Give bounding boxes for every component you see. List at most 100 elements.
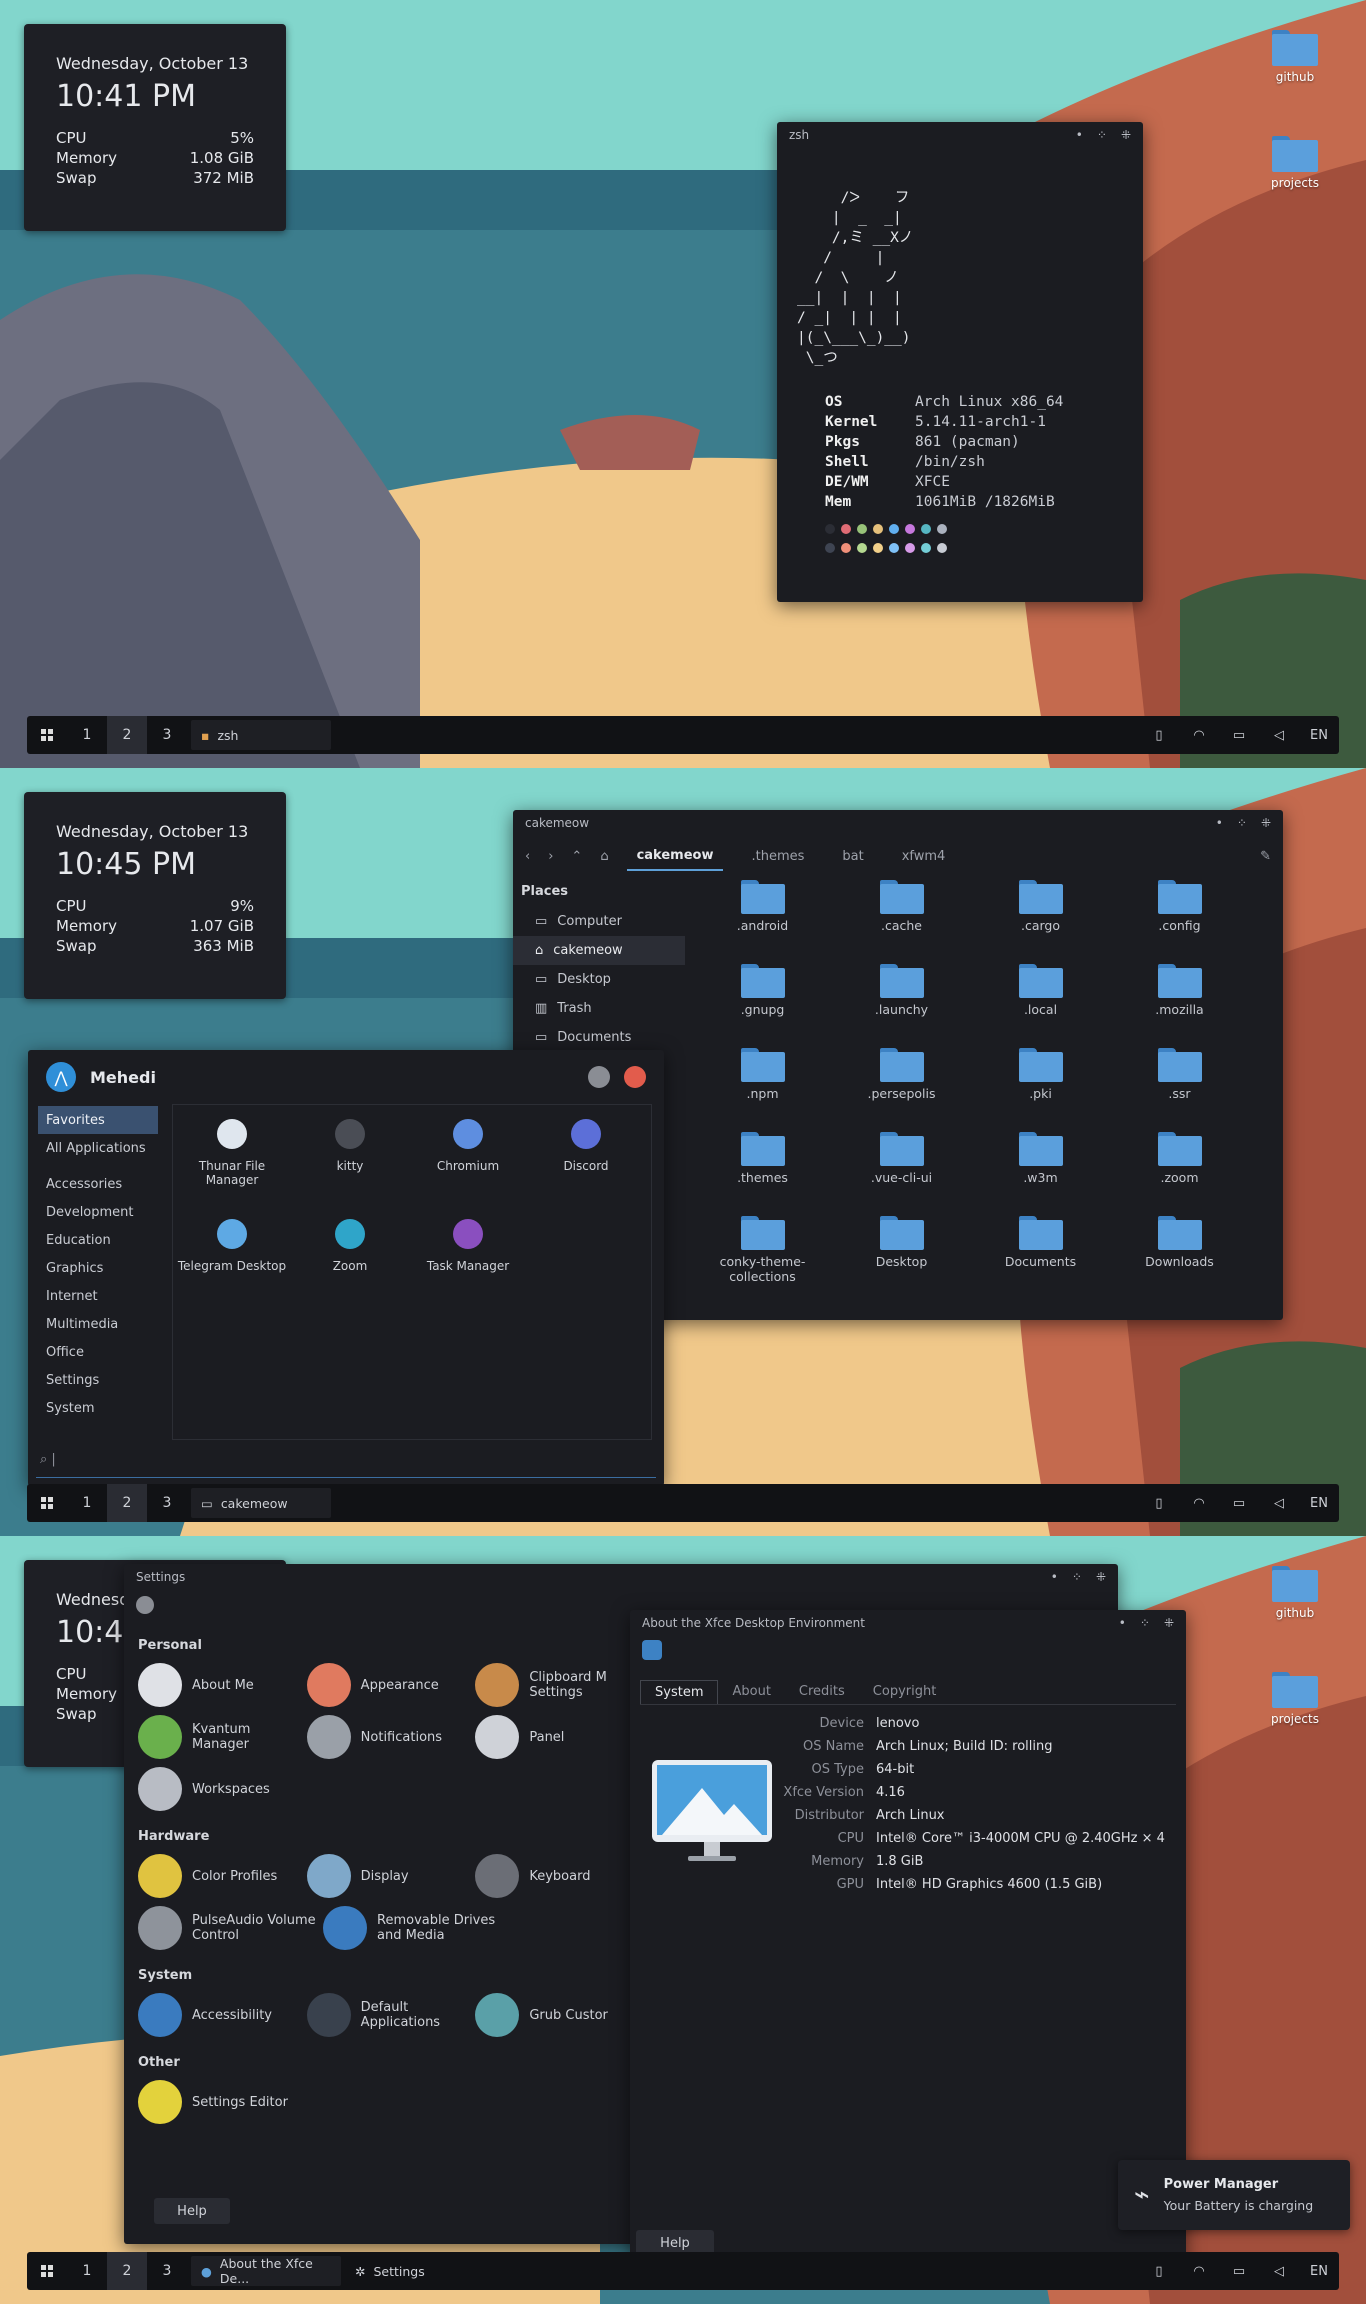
category-item[interactable]: Graphics <box>38 1254 158 1282</box>
minimize-button[interactable]: • <box>1216 816 1223 830</box>
file-item[interactable]: .mozilla <box>1110 964 1249 1034</box>
file-item[interactable]: Desktop <box>832 1216 971 1286</box>
category-item[interactable]: Internet <box>38 1282 158 1310</box>
tab-system[interactable]: System <box>640 1680 719 1704</box>
apps-menu-icon[interactable] <box>27 1484 67 1522</box>
maximize-button[interactable]: ⁘ <box>1237 816 1247 830</box>
wifi-icon[interactable]: ◠ <box>1179 2264 1219 2279</box>
place-computer[interactable]: ▭ Computer <box>513 907 685 936</box>
file-item[interactable]: .vue-cli-ui <box>832 1132 971 1202</box>
breadcrumb-cakemeow[interactable]: cakemeow <box>626 842 724 871</box>
file-item[interactable]: Documents <box>971 1216 1110 1286</box>
workspace-2[interactable]: 2 <box>107 2252 147 2290</box>
workspace-2[interactable]: 2 <box>107 1484 147 1522</box>
wifi-icon[interactable]: ◠ <box>1179 728 1219 743</box>
apps-menu-icon[interactable] <box>27 716 67 754</box>
close-button[interactable]: ⁜ <box>1096 1570 1106 1584</box>
tab-copyright[interactable]: Copyright <box>859 1680 951 1704</box>
breadcrumb-xfwm4[interactable]: xfwm4 <box>892 843 956 870</box>
settings-item[interactable]: Default Applications <box>306 1989 476 2041</box>
forward-icon[interactable]: › <box>548 849 553 864</box>
settings-item[interactable]: Appearance <box>306 1659 476 1711</box>
file-item[interactable]: conky-theme-collections <box>693 1216 832 1286</box>
breadcrumb-themes[interactable]: .themes <box>741 843 814 870</box>
close-button[interactable]: ⁜ <box>1164 1616 1174 1630</box>
breadcrumb-bat[interactable]: bat <box>832 843 873 870</box>
settings-item[interactable]: Notifications <box>306 1711 476 1763</box>
close-button[interactable]: ⁜ <box>1261 816 1271 830</box>
clipboard-icon[interactable]: ▯ <box>1139 2264 1179 2279</box>
workspace-3[interactable]: 3 <box>147 1484 187 1522</box>
workspace-1[interactable]: 1 <box>67 2252 107 2290</box>
workspace-1[interactable]: 1 <box>67 1484 107 1522</box>
file-item[interactable]: .launchy <box>832 964 971 1034</box>
maximize-button[interactable]: ⁘ <box>1140 1616 1150 1630</box>
settings-item[interactable]: Kvantum Manager <box>138 1711 307 1763</box>
file-item[interactable]: .ssr <box>1110 1048 1249 1118</box>
keyboard-layout[interactable]: EN <box>1299 728 1339 743</box>
file-item[interactable]: .npm <box>693 1048 832 1118</box>
task-zsh[interactable]: ▪ zsh <box>191 720 331 750</box>
app-launcher[interactable]: Telegram Desktop <box>173 1213 291 1313</box>
desktop-icon-github[interactable]: github <box>1260 1566 1330 1620</box>
settings-icon[interactable] <box>588 1066 610 1088</box>
battery-icon[interactable]: ▭ <box>1219 2264 1259 2279</box>
settings-item[interactable]: Panel <box>475 1711 644 1763</box>
workspace-3[interactable]: 3 <box>147 2252 187 2290</box>
battery-icon[interactable]: ▭ <box>1219 1496 1259 1511</box>
minimize-button[interactable]: • <box>1051 1570 1058 1584</box>
workspace-3[interactable]: 3 <box>147 716 187 754</box>
settings-item[interactable]: Accessibility <box>138 1989 307 2041</box>
logout-icon[interactable] <box>624 1066 646 1088</box>
settings-item[interactable]: Workspaces <box>138 1763 323 1815</box>
file-item[interactable]: .config <box>1110 880 1249 950</box>
titlebar[interactable]: zsh • ⁘ ⁜ <box>777 122 1143 148</box>
about-xfce-window[interactable]: About the Xfce Desktop Environment • ⁘ ⁜ S… <box>630 1610 1186 2262</box>
app-launcher[interactable]: Zoom <box>291 1213 409 1313</box>
app-launcher[interactable]: Thunar File Manager <box>173 1113 291 1213</box>
desktop-icon-github[interactable]: github <box>1260 30 1330 84</box>
settings-item[interactable]: Display <box>306 1850 476 1902</box>
category-item[interactable]: Office <box>38 1338 158 1366</box>
titlebar[interactable]: cakemeow • ⁘ ⁜ <box>513 810 1283 836</box>
settings-item[interactable]: Settings Editor <box>138 2076 323 2128</box>
volume-icon[interactable]: ◁ <box>1259 2264 1299 2279</box>
task-settings[interactable]: ✲ Settings <box>345 2256 445 2286</box>
clipboard-icon[interactable]: ▯ <box>1139 728 1179 743</box>
maximize-button[interactable]: ⁘ <box>1072 1570 1082 1584</box>
minimize-button[interactable]: • <box>1119 1616 1126 1630</box>
file-item[interactable]: .persepolis <box>832 1048 971 1118</box>
edit-path-icon[interactable]: ✎ <box>1260 849 1271 864</box>
place-home[interactable]: ⌂ cakemeow <box>513 936 685 965</box>
wifi-icon[interactable]: ◠ <box>1179 1496 1219 1511</box>
category-item[interactable]: Accessories <box>38 1170 158 1198</box>
file-item[interactable]: .zoom <box>1110 1132 1249 1202</box>
settings-item[interactable]: Color Profiles <box>138 1850 307 1902</box>
keyboard-layout[interactable]: EN <box>1299 1496 1339 1511</box>
place-trash[interactable]: ▥ Trash <box>513 994 685 1023</box>
settings-item[interactable]: Clipboard M Settings <box>475 1659 644 1711</box>
settings-item[interactable]: Removable Drives and Media <box>323 1902 508 1954</box>
file-item[interactable]: .local <box>971 964 1110 1034</box>
search-input[interactable]: ⌕ | <box>36 1452 656 1478</box>
volume-icon[interactable]: ◁ <box>1259 728 1299 743</box>
file-item[interactable]: Downloads <box>1110 1216 1249 1286</box>
titlebar[interactable]: About the Xfce Desktop Environment • ⁘ ⁜ <box>630 1610 1186 1636</box>
settings-item[interactable]: Keyboard <box>475 1850 644 1902</box>
back-icon[interactable]: ‹ <box>525 849 530 864</box>
app-launcher[interactable]: Task Manager <box>409 1213 527 1313</box>
file-item[interactable]: .w3m <box>971 1132 1110 1202</box>
terminal-window[interactable]: zsh • ⁘ ⁜ /ᐳ フ | _ _| /,ミ __Xノ / | / \ ノ _… <box>777 122 1143 602</box>
volume-icon[interactable]: ◁ <box>1259 1496 1299 1511</box>
workspace-2[interactable]: 2 <box>107 716 147 754</box>
settings-item[interactable]: About Me <box>138 1659 307 1711</box>
app-launcher[interactable]: Discord <box>527 1113 645 1213</box>
file-item[interactable]: .cargo <box>971 880 1110 950</box>
keyboard-layout[interactable]: EN <box>1299 2264 1339 2279</box>
titlebar[interactable]: Settings • ⁘ ⁜ <box>124 1564 1118 1590</box>
file-item[interactable]: .pki <box>971 1048 1110 1118</box>
category-item[interactable]: Favorites <box>38 1106 158 1134</box>
up-icon[interactable]: ⌃ <box>571 849 582 864</box>
file-item[interactable]: .cache <box>832 880 971 950</box>
notification[interactable]: ⌁ Power Manager Your Battery is charging <box>1118 2160 1350 2230</box>
